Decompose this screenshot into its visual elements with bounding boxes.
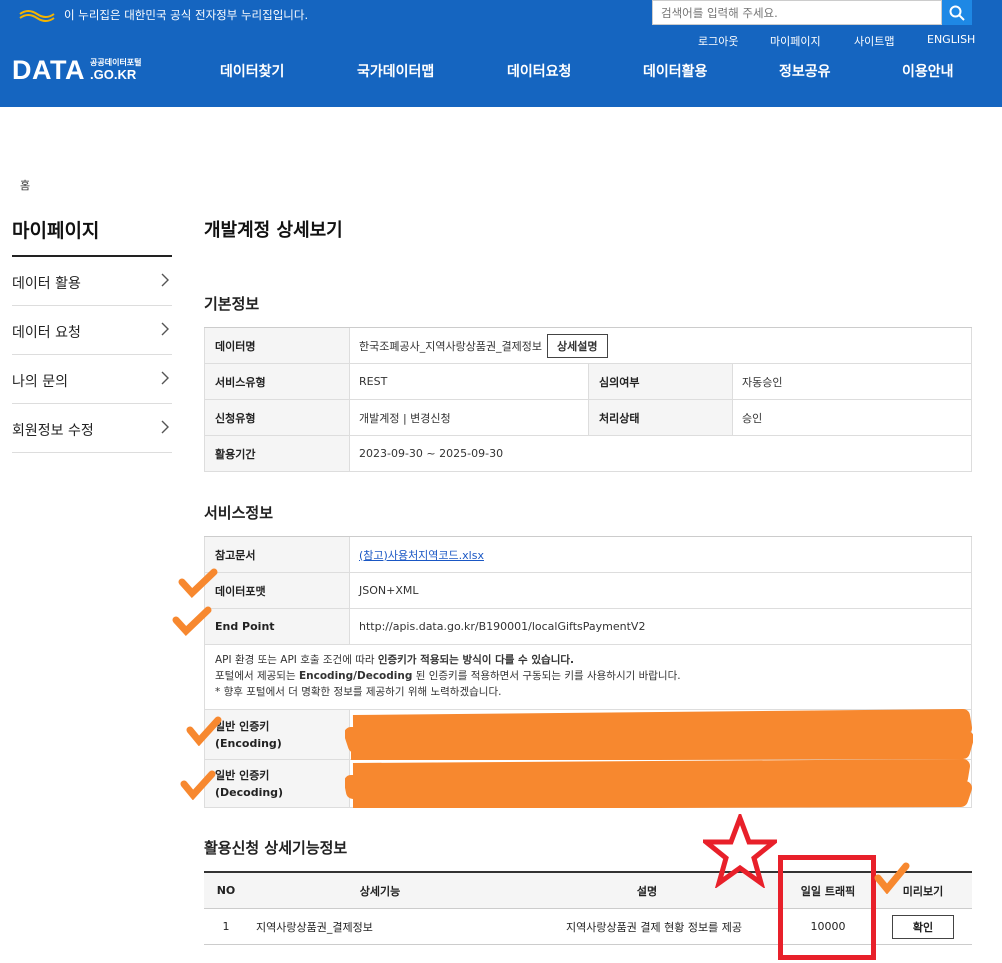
sidebar-item-label: 나의 문의 <box>12 374 68 390</box>
annotation-check-icon <box>172 606 212 636</box>
notice-text: * 향후 포털에서 더 명확한 정보를 제공하기 위해 노력하겠습니다. <box>215 686 502 698</box>
annotation-check-icon <box>178 568 218 598</box>
table-row: 데이터포맷 JSON+XML <box>204 573 972 609</box>
table-row: 서비스유형 REST 심의여부 자동승인 <box>204 364 972 400</box>
page-title: 개발계정 상세보기 <box>204 220 343 241</box>
data-format-label: 데이터포맷 <box>205 573 350 608</box>
basic-info-title: 기본정보 <box>204 295 260 313</box>
nav-user-guide[interactable]: 이용안내 <box>902 61 954 81</box>
notice-text: 포털에서 제공되는 <box>215 670 299 682</box>
search-box[interactable] <box>652 0 942 25</box>
data-format-value: JSON+XML <box>359 584 419 597</box>
row-preview-cell: 확인 <box>874 909 972 944</box>
annotation-check-icon <box>180 770 216 800</box>
status-label: 처리상태 <box>588 400 733 435</box>
encoding-key-label-line1: 일반 인증키 <box>215 719 270 733</box>
data-name-value: 한국조폐공사_지역사랑상품권_결제정보 <box>359 339 543 353</box>
notice-text: API 환경 또는 API 호출 조건에 따라 <box>215 654 378 666</box>
site-header: 이 누리집은 대한민국 공식 전자정부 누리집입니다. 로그아웃 마이페이지 사… <box>0 0 1002 107</box>
sidebar-item-label: 데이터 활용 <box>12 276 81 292</box>
table-row: End Point http://apis.data.go.kr/B190001… <box>204 609 972 645</box>
header-no: NO <box>216 884 236 897</box>
header-feature: 상세기능 <box>359 884 401 898</box>
encoding-key-label-line2: (Encoding) <box>215 736 282 750</box>
nav-data-search[interactable]: 데이터찾기 <box>220 61 284 81</box>
auth-key-notice: API 환경 또는 API 호출 조건에 따라 인증키가 적용되는 방식이 다를… <box>205 645 971 700</box>
redaction-scribble-decoding <box>345 759 972 808</box>
search-input[interactable] <box>653 1 941 24</box>
detail-description-button[interactable]: 상세설명 <box>547 333 608 358</box>
chevron-right-icon <box>161 420 169 434</box>
service-info-title: 서비스정보 <box>204 504 274 522</box>
sidebar-item-my-inquiries[interactable]: 나의 문의 <box>12 355 172 404</box>
table-row: 데이터명 한국조폐공사_지역사랑상품권_결제정보 상세설명 <box>204 328 972 364</box>
review-label: 심의여부 <box>588 364 733 399</box>
endpoint-label: End Point <box>205 609 350 644</box>
chevron-right-icon <box>161 371 169 385</box>
endpoint-value: http://apis.data.go.kr/B190001/localGift… <box>359 620 646 633</box>
sidebar-item-data-request[interactable]: 데이터 요청 <box>12 306 172 355</box>
basic-info-table: 데이터명 한국조폐공사_지역사랑상품권_결제정보 상세설명 서비스유형 REST… <box>204 327 972 472</box>
redaction-scribble-encoding <box>345 709 973 760</box>
nav-info-sharing[interactable]: 정보공유 <box>779 61 831 81</box>
nav-data-utilization[interactable]: 데이터활용 <box>643 61 707 81</box>
decoding-key-label: 일반 인증키 (Decoding) <box>205 760 350 807</box>
mypage-link[interactable]: 마이페이지 <box>770 33 821 49</box>
sidebar-item-data-utilization[interactable]: 데이터 활용 <box>12 257 172 306</box>
breadcrumb-home[interactable]: 홈 <box>20 177 30 193</box>
row-feature: 지역사랑상품권_결제정보 <box>256 920 373 934</box>
annotation-star-icon <box>703 814 777 888</box>
decoding-key-label-line2: (Decoding) <box>215 785 284 799</box>
annotation-check-icon <box>874 862 910 894</box>
nav-national-data-map[interactable]: 국가데이터맵 <box>357 61 434 81</box>
data-name-label: 데이터명 <box>205 328 350 363</box>
status-value: 승인 <box>742 411 763 425</box>
english-link[interactable]: ENGLISH <box>927 33 975 46</box>
sidebar-title: 마이페이지 <box>12 220 100 242</box>
row-no: 1 <box>222 920 230 933</box>
row-description: 지역사랑상품권 결제 현황 정보를 제공 <box>566 920 742 934</box>
annotation-check-icon <box>186 716 222 746</box>
notice-text-bold: 인증키가 적용되는 방식이 다를 수 있습니다. <box>377 654 575 666</box>
auth-key-notice-row: API 환경 또는 API 호출 조건에 따라 인증키가 적용되는 방식이 다를… <box>204 645 972 710</box>
service-type-label: 서비스유형 <box>205 364 350 399</box>
period-value: 2023-09-30 ~ 2025-09-30 <box>359 447 504 460</box>
encoding-key-label: 일반 인증키 (Encoding) <box>205 710 350 759</box>
gov-banner-text: 이 누리집은 대한민국 공식 전자정부 누리집입니다. <box>64 8 309 22</box>
table-row: 신청유형 개발계정 | 변경신청 처리상태 승인 <box>204 400 972 436</box>
reference-doc-link[interactable]: (참고)사용처지역코드.xlsx <box>359 547 484 563</box>
sidebar-item-label: 데이터 요청 <box>12 325 81 341</box>
sidebar-item-label: 회원정보 수정 <box>12 423 94 439</box>
government-emblem-icon <box>19 10 55 22</box>
apply-type-value: 개발계정 | 변경신청 <box>359 411 451 425</box>
utility-links: 로그아웃 마이페이지 사이트맵 ENGLISH <box>0 33 1002 49</box>
search-icon <box>949 5 965 21</box>
preview-confirm-button[interactable]: 확인 <box>891 914 955 939</box>
review-value: 자동승인 <box>742 375 783 389</box>
logo-domain: .GO.KR <box>90 67 137 82</box>
decoding-key-label-line1: 일반 인증키 <box>215 768 270 782</box>
reference-doc-label: 참고문서 <box>205 537 350 572</box>
data-name-cell: 한국조폐공사_지역사랑상품권_결제정보 상세설명 <box>350 328 970 363</box>
table-row: 참고문서 (참고)사용처지역코드.xlsx <box>204 537 972 573</box>
notice-text: 된 인증키를 적용하면서 구동되는 키를 사용하시기 바랍니다. <box>412 670 681 682</box>
period-label: 활용기간 <box>205 436 350 471</box>
sitemap-link[interactable]: 사이트맵 <box>854 33 894 49</box>
service-type-value: REST <box>359 375 388 388</box>
table-row: 활용기간 2023-09-30 ~ 2025-09-30 <box>204 436 972 472</box>
logout-link[interactable]: 로그아웃 <box>698 33 738 49</box>
chevron-right-icon <box>161 273 169 287</box>
notice-text-bold: Encoding/Decoding <box>298 670 413 682</box>
sidebar-item-edit-profile[interactable]: 회원정보 수정 <box>12 404 172 453</box>
feature-info-title: 활용신청 상세기능정보 <box>204 839 348 857</box>
search-button[interactable] <box>942 0 972 25</box>
nav-data-request[interactable]: 데이터요청 <box>507 61 571 81</box>
chevron-right-icon <box>161 322 169 336</box>
reference-doc-cell: (참고)사용처지역코드.xlsx <box>350 537 970 572</box>
annotation-highlight-box <box>778 855 876 960</box>
site-logo[interactable]: DATA <box>12 55 85 86</box>
apply-type-label: 신청유형 <box>205 400 350 435</box>
